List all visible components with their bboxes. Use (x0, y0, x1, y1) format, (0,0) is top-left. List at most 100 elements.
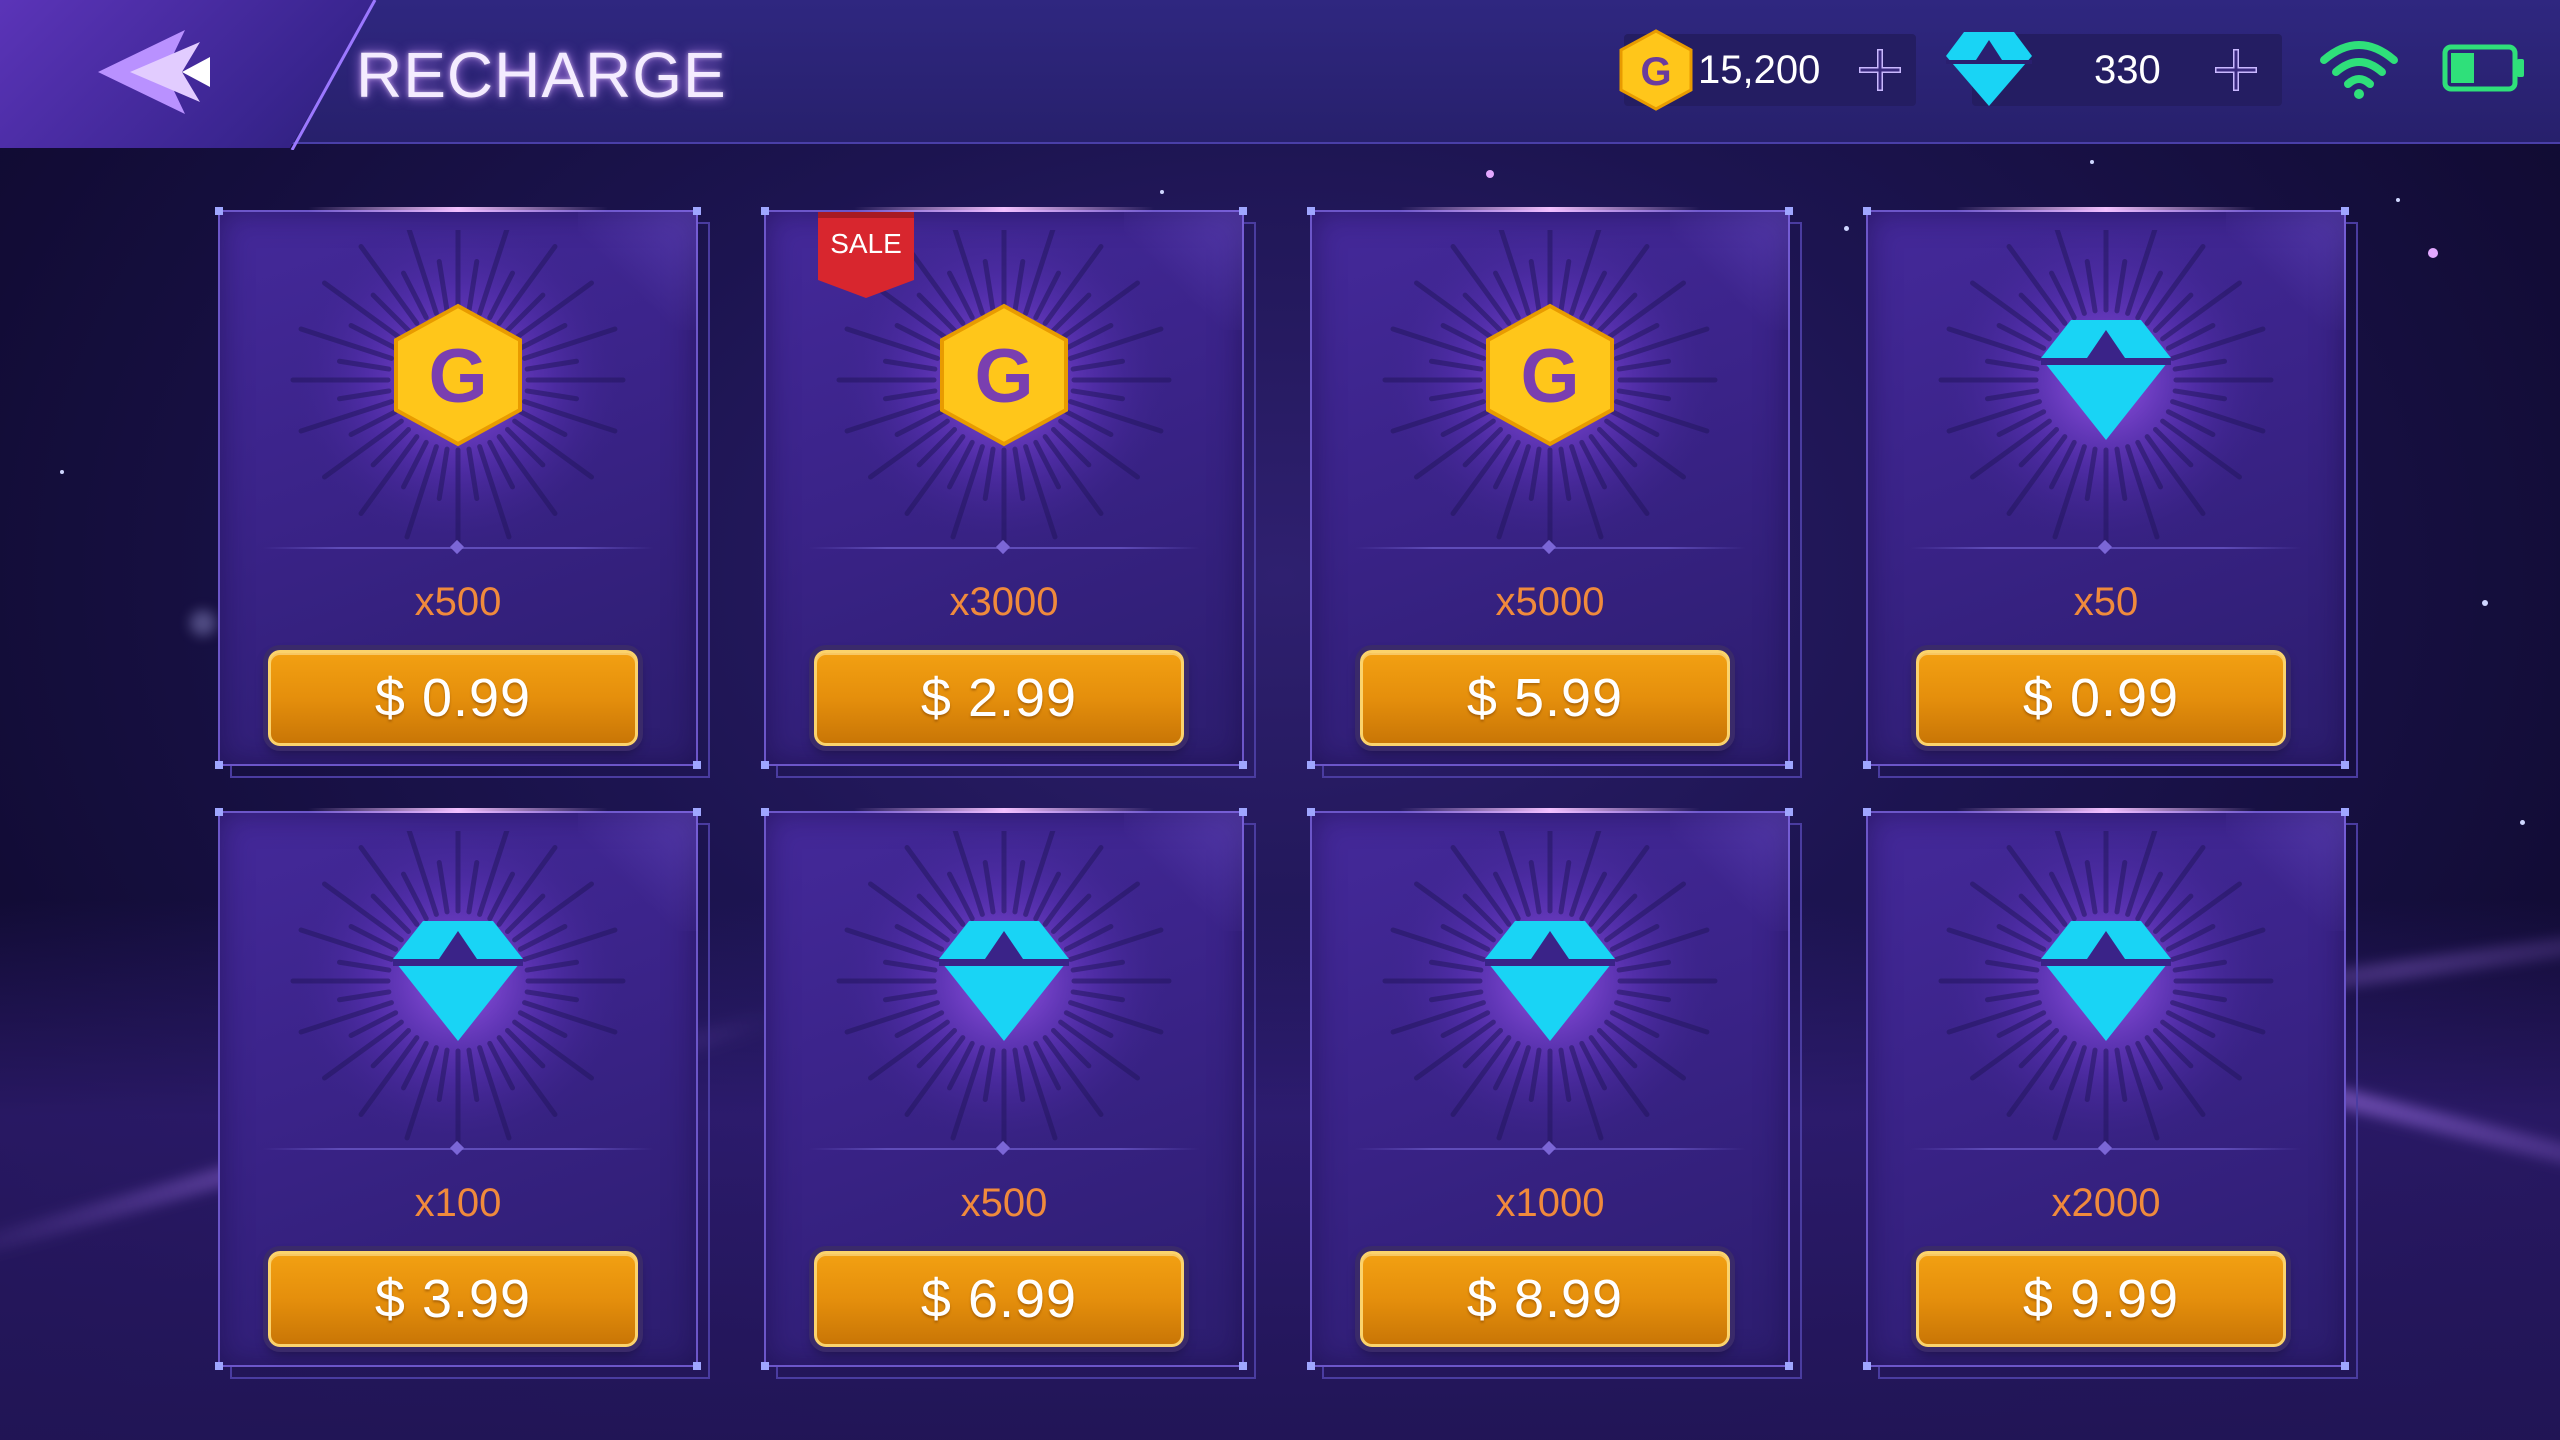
corner-mark (2341, 808, 2349, 816)
corner-mark (2341, 1362, 2349, 1370)
product-card[interactable]: x100 $ 3.99 (215, 808, 710, 1379)
corner-mark (1785, 1362, 1793, 1370)
svg-text:G: G (1520, 334, 1579, 419)
gold-coin-icon: G (1486, 303, 1614, 447)
add-gem-button[interactable] (2212, 46, 2260, 94)
product-card[interactable]: x2000 $ 9.99 (1863, 808, 2358, 1379)
star (60, 470, 64, 474)
card-top-glow (1400, 808, 1700, 813)
corner-mark (215, 207, 223, 215)
price-label: $ 3.99 (374, 1269, 532, 1329)
star (2396, 198, 2400, 202)
corner-mark (1239, 1362, 1247, 1370)
diamond-icon-wrap (2031, 300, 2181, 450)
svg-text:G: G (1640, 50, 1671, 94)
sale-badge: SALE (818, 212, 914, 298)
corner-mark (1239, 207, 1247, 215)
corner-mark (1785, 207, 1793, 215)
add-gold-button[interactable] (1856, 46, 1904, 94)
diamond-icon (1946, 32, 2032, 106)
diamond-icon-wrap (383, 901, 533, 1051)
corner-mark (693, 1362, 701, 1370)
diamond-icon-wrap (1475, 901, 1625, 1051)
page-title: RECHARGE (356, 39, 727, 111)
corner-mark (761, 207, 769, 215)
back-button[interactable] (90, 22, 230, 122)
product-card[interactable]: Gx500 $ 0.99 (215, 207, 710, 778)
star (1160, 190, 1164, 194)
diamond-icon (2041, 320, 2171, 440)
corner-mark (693, 207, 701, 215)
star (1486, 170, 1494, 178)
product-quantity: x500 (960, 1181, 1048, 1225)
price-label: $ 0.99 (2022, 668, 2180, 728)
card-top-glow (1956, 808, 2256, 813)
star (2482, 600, 2488, 606)
corner-mark (2341, 207, 2349, 215)
product-quantity: x2000 (2051, 1181, 2161, 1225)
star (2520, 820, 2525, 825)
product-card[interactable]: x500 $ 6.99 (761, 808, 1256, 1379)
product-card[interactable]: Gx3000 $ 2.99 SALE (761, 207, 1256, 778)
battery-icon (2442, 44, 2524, 92)
corner-mark (693, 761, 701, 769)
corner-mark (761, 1362, 769, 1370)
gem-balance-panel: 330 (1946, 32, 2282, 106)
corner-mark (2341, 761, 2349, 769)
gold-coin-icon: G (394, 303, 522, 447)
back-arrow-icon (98, 30, 210, 114)
gold-coin-icon-wrap: G (383, 300, 533, 450)
product-quantity: x100 (414, 1181, 502, 1225)
card-top-glow (308, 808, 608, 813)
buy-button[interactable]: $ 0.99 (1916, 650, 2286, 746)
gold-coin-icon: G (940, 303, 1068, 447)
svg-text:G: G (428, 334, 487, 419)
buy-button[interactable]: $ 9.99 (1916, 1251, 2286, 1347)
star (190, 610, 216, 636)
card-top-glow (1956, 207, 2256, 212)
corner-mark (761, 761, 769, 769)
product-quantity: x3000 (949, 580, 1059, 624)
buy-button[interactable]: $ 2.99 (814, 650, 1184, 746)
price-label: $ 9.99 (2022, 1269, 2180, 1329)
gold-coin-icon: G (1619, 29, 1693, 111)
star (1844, 226, 1849, 231)
svg-text:G: G (974, 334, 1033, 419)
corner-mark (1863, 1362, 1871, 1370)
card-top-glow (854, 808, 1154, 813)
diamond-icon (2041, 921, 2171, 1041)
price-label: $ 0.99 (374, 668, 532, 728)
price-label: $ 5.99 (1466, 668, 1624, 728)
diamond-icon-wrap (2031, 901, 2181, 1051)
corner-mark (215, 1362, 223, 1370)
buy-button[interactable]: $ 0.99 (268, 650, 638, 746)
corner-mark (1307, 1362, 1315, 1370)
price-label: $ 6.99 (920, 1269, 1078, 1329)
product-card[interactable]: x50 $ 0.99 (1863, 207, 2358, 778)
corner-mark (215, 808, 223, 816)
corner-mark (1307, 207, 1315, 215)
recharge-screen: RECHARGE G 15,200 330 G x500 $ 0.99 G x3… (0, 0, 2560, 1440)
product-card[interactable]: Gx5000 $ 5.99 (1307, 207, 1802, 778)
corner-mark (1239, 761, 1247, 769)
product-card[interactable]: x1000 $ 8.99 (1307, 808, 1802, 1379)
buy-button[interactable]: $ 3.99 (268, 1251, 638, 1347)
buy-button[interactable]: $ 6.99 (814, 1251, 1184, 1347)
star (2090, 160, 2094, 164)
corner-mark (1863, 808, 1871, 816)
product-quantity: x50 (2073, 580, 2139, 624)
gold-coin-icon-wrap: G (1475, 300, 1625, 450)
corner-mark (1307, 761, 1315, 769)
gem-balance: 330 (2094, 48, 2161, 92)
product-quantity: x1000 (1495, 1181, 1605, 1225)
corner-mark (1863, 207, 1871, 215)
card-top-glow (308, 207, 608, 212)
diamond-icon (939, 921, 1069, 1041)
buy-button[interactable]: $ 8.99 (1360, 1251, 1730, 1347)
buy-button[interactable]: $ 5.99 (1360, 650, 1730, 746)
price-label: $ 2.99 (920, 668, 1078, 728)
diamond-icon-wrap (929, 901, 1079, 1051)
gold-balance-panel: G 15,200 (1619, 29, 1916, 111)
star (2428, 248, 2438, 258)
price-label: $ 8.99 (1466, 1269, 1624, 1329)
